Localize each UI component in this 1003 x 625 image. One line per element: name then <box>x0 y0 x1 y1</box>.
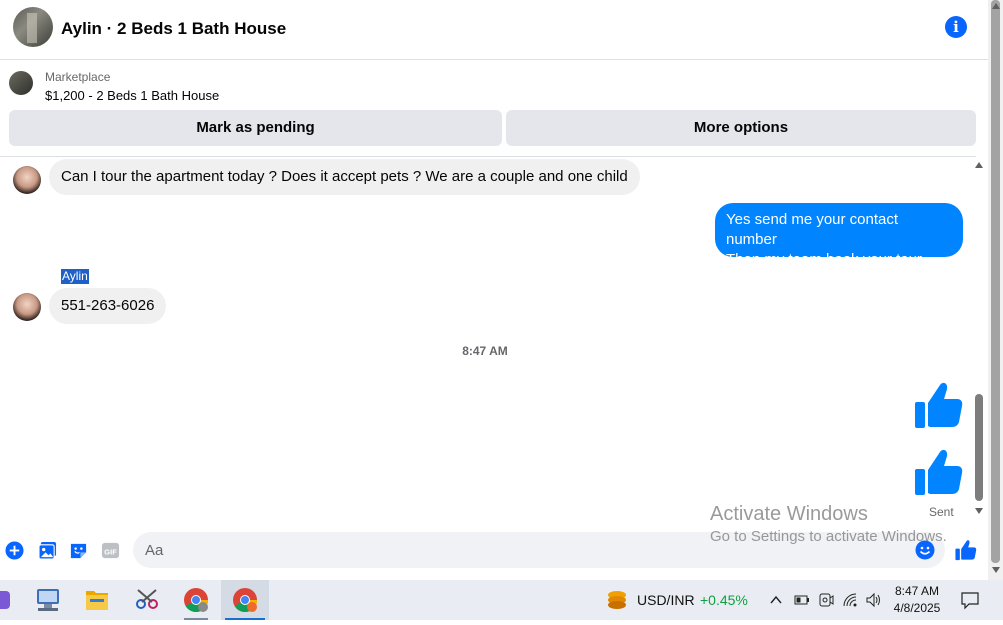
clock-time[interactable]: 8:47 AM <box>888 584 946 598</box>
notifications-icon[interactable] <box>960 590 980 610</box>
page-scroll-up-arrow[interactable] <box>992 3 1000 9</box>
message-status: Sent <box>929 505 954 519</box>
gif-icon[interactable]: GIF <box>101 541 120 560</box>
more-options-button[interactable]: More options <box>506 110 976 146</box>
conversation-avatar[interactable] <box>13 7 53 47</box>
marketplace-label: Marketplace <box>45 70 111 84</box>
divider <box>0 156 976 157</box>
battery-icon[interactable] <box>794 593 810 607</box>
incoming-message[interactable]: Can I tour the apartment today ? Does it… <box>49 159 640 195</box>
clock-date[interactable]: 4/8/2025 <box>888 601 946 615</box>
photo-icon[interactable] <box>38 541 57 560</box>
listing-title[interactable]: $1,200 - 2 Beds 1 Bath House <box>45 88 219 103</box>
message-timestamp: 8:47 AM <box>462 344 508 358</box>
outgoing-message[interactable]: Yes send me your contact number Then my … <box>715 203 963 268</box>
thumbs-up-icon[interactable] <box>914 447 964 497</box>
message-line: Yes send me your contact number <box>726 211 899 248</box>
page-scroll-down-arrow[interactable] <box>992 567 1000 573</box>
incoming-message[interactable]: 551-263-6026 <box>49 288 167 324</box>
wifi-icon[interactable] <box>842 592 858 608</box>
activation-watermark-subtitle: Go to Settings to activate Windows. <box>710 528 947 545</box>
snipping-tool-icon[interactable] <box>123 580 171 620</box>
info-icon[interactable]: i <box>945 16 967 38</box>
ticker-symbol[interactable]: USD/INR <box>637 592 695 608</box>
chrome-profile-icon[interactable] <box>221 580 269 620</box>
speaker-icon[interactable] <box>865 592 883 608</box>
sender-avatar[interactable] <box>13 166 41 194</box>
sender-avatar[interactable] <box>13 293 41 321</box>
currency-icon[interactable] <box>605 588 629 612</box>
teams-icon[interactable] <box>0 580 14 620</box>
camera-icon[interactable] <box>818 592 834 608</box>
scrollbar-thumb[interactable] <box>975 394 983 501</box>
thumbs-up-icon[interactable] <box>955 538 977 562</box>
network-app-icon[interactable] <box>24 580 72 620</box>
ticker-change[interactable]: +0.45% <box>700 592 748 608</box>
conversation-title[interactable]: Aylin · 2 Beds 1 Bath House <box>61 19 286 39</box>
chevron-up-icon[interactable] <box>769 593 783 607</box>
scroll-down-arrow[interactable] <box>975 508 983 514</box>
chrome-icon[interactable] <box>172 580 220 620</box>
scroll-up-arrow[interactable] <box>975 162 983 168</box>
message-line: Then my team book your tour <box>726 251 922 268</box>
file-explorer-icon[interactable] <box>73 580 121 620</box>
mark-as-pending-button[interactable]: Mark as pending <box>9 110 502 146</box>
thumbs-up-icon[interactable] <box>914 380 964 430</box>
conversation-header: Aylin · 2 Beds 1 Bath House i <box>0 0 988 60</box>
messenger-window: Aylin · 2 Beds 1 Bath House i Marketplac… <box>0 0 988 580</box>
page-scrollbar-thumb[interactable] <box>991 0 1000 563</box>
sticker-icon[interactable] <box>69 541 88 560</box>
svg-text:GIF: GIF <box>104 547 117 556</box>
windows-taskbar: USD/INR +0.45% 8:47 AM 4/8/2025 <box>0 580 1003 620</box>
listing-thumbnail[interactable] <box>9 71 33 95</box>
sender-name: Aylin <box>61 269 89 284</box>
plus-icon[interactable] <box>5 541 24 560</box>
activation-watermark-title: Activate Windows <box>710 503 868 525</box>
